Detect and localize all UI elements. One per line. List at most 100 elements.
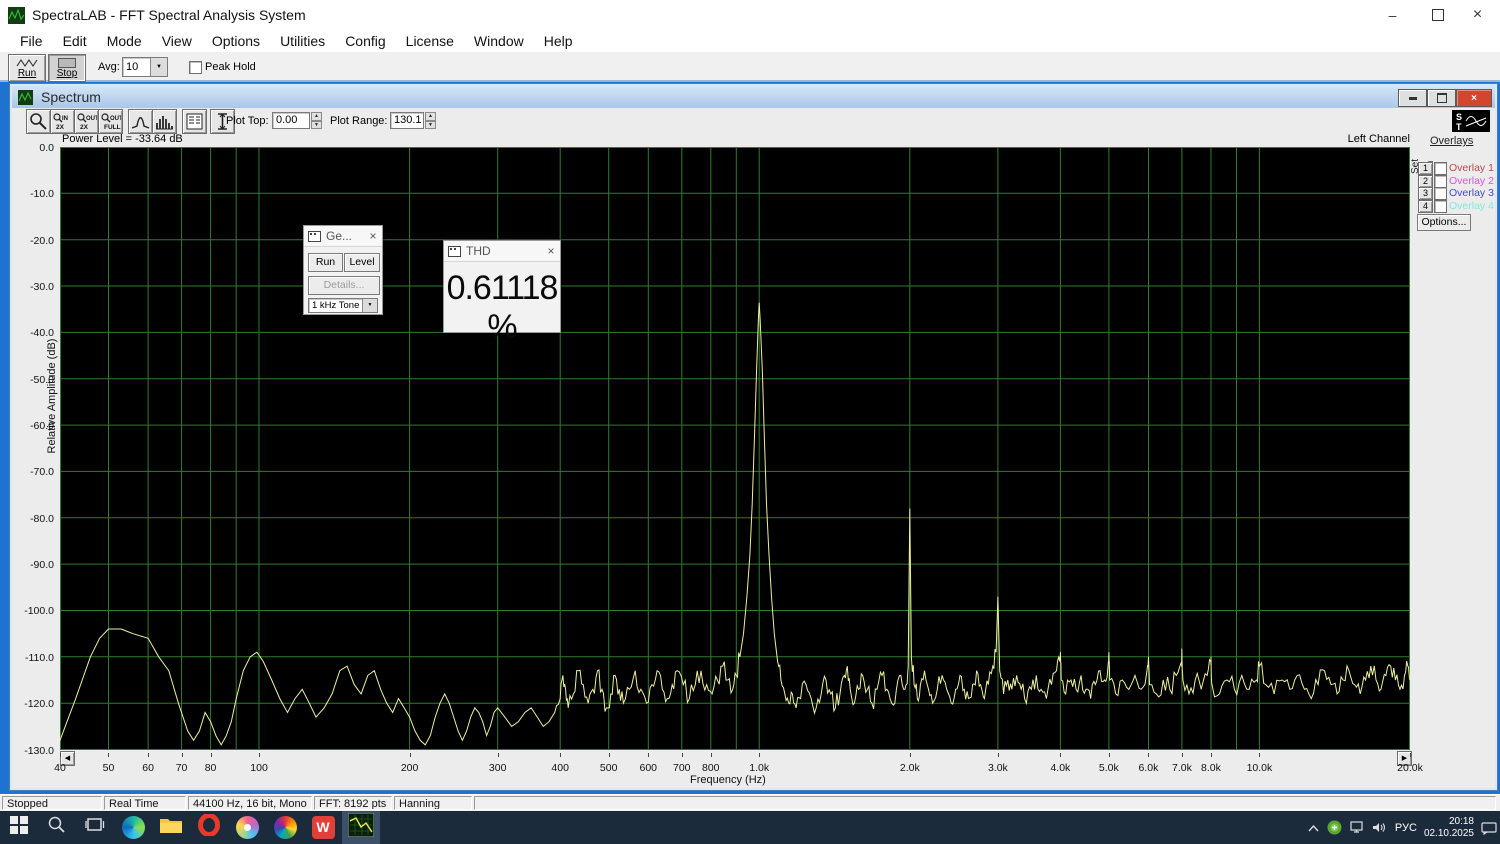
spin-down-icon[interactable]: ▼ (425, 121, 436, 130)
y-tick-label: -40.0 (2, 327, 54, 339)
overlay-checkbox-2[interactable] (1434, 175, 1447, 188)
generator-level-button[interactable]: Level (344, 253, 380, 272)
minimize-button[interactable]: – (1370, 0, 1415, 30)
tray-network-icon[interactable] (1349, 821, 1365, 834)
menu-item-utilities[interactable]: Utilities (270, 30, 335, 52)
spectralab-icon-button[interactable] (342, 811, 380, 844)
generator-dialog-icon (308, 231, 321, 242)
spin-up-icon[interactable]: ▲ (311, 112, 322, 121)
thd-dialog-titlebar[interactable]: THD × (444, 241, 560, 262)
overlay-label-4: Overlay 4 (1449, 200, 1494, 212)
x-tick-label: 700 (673, 762, 691, 774)
y-tick-label: 0.0 (2, 142, 54, 154)
spectrum-titlebar: Spectrum (12, 86, 1495, 108)
plot-top-field[interactable]: 0.00 (272, 112, 310, 129)
zoom-out-full-button[interactable]: OUTFULL (98, 109, 123, 134)
menu-item-options[interactable]: Options (202, 30, 270, 52)
overlay-checkbox-3[interactable] (1434, 187, 1447, 200)
avg-dropdown[interactable]: 10 ▼ (122, 57, 168, 77)
edge-icon-button[interactable] (114, 811, 152, 844)
plot-range-label: Plot Range: (330, 115, 387, 127)
tray-volume-icon[interactable] (1372, 821, 1388, 834)
tone-dropdown-arrow-icon[interactable]: ▼ (362, 299, 377, 312)
overlays-header: Overlays (1430, 135, 1473, 147)
spectrum-maximize-button[interactable] (1427, 89, 1456, 107)
x-tick-mark (560, 753, 561, 757)
generator-dialog-titlebar[interactable]: Ge... × (304, 226, 382, 247)
tray-language[interactable]: РУС (1395, 822, 1417, 834)
spin-down-icon[interactable]: ▼ (311, 121, 322, 130)
overlay-set-button-3[interactable]: 3 (1418, 187, 1433, 200)
wps-office-icon-button[interactable]: W (304, 811, 342, 844)
generator-run-button[interactable]: Run (308, 253, 343, 272)
overlay-set-button-1[interactable]: 1 (1418, 162, 1433, 175)
x-tick-label: 600 (640, 762, 658, 774)
x-tick-mark (60, 753, 61, 757)
maximize-button[interactable] (1415, 0, 1460, 30)
line-plot-mode-button[interactable] (128, 109, 153, 134)
overlay-checkbox-4[interactable] (1434, 200, 1447, 213)
x-tick-label: 50 (103, 762, 115, 774)
stop-button[interactable]: Stop (48, 54, 86, 82)
thd-close-icon[interactable]: × (542, 244, 560, 258)
x-tick-mark (182, 753, 183, 757)
tray-time: 20:18 (1424, 816, 1474, 828)
spectrum-close-button[interactable]: × (1456, 89, 1492, 107)
file-explorer-icon-button[interactable] (152, 811, 190, 844)
x-tick-label: 500 (600, 762, 618, 774)
spectrum-plot[interactable] (60, 147, 1410, 750)
overlay-set-button-4[interactable]: 4 (1418, 200, 1433, 213)
overlays-options-button[interactable]: Options... (1417, 214, 1471, 231)
bar-plot-mode-button[interactable] (152, 109, 177, 134)
peak-hold-checkbox[interactable] (189, 61, 202, 74)
svg-text:S: S (1456, 112, 1462, 122)
menu-item-help[interactable]: Help (534, 30, 583, 52)
signal-trigger-icon[interactable]: S T (1452, 110, 1490, 132)
line-plot-mode-icon (130, 111, 151, 132)
zoom-tool-button[interactable] (26, 109, 51, 134)
plot-range-field[interactable]: 130.1 (390, 112, 424, 129)
spin-up-icon[interactable]: ▲ (425, 112, 436, 121)
x-tick-mark (1148, 753, 1149, 757)
spectrum-minimize-button[interactable] (1398, 89, 1427, 107)
search-icon-button[interactable] (38, 811, 76, 844)
run-button[interactable]: Run (8, 54, 46, 82)
overlay-checkbox-1[interactable] (1434, 162, 1447, 175)
menu-item-window[interactable]: Window (464, 30, 534, 52)
zoom-in-2x-button[interactable]: IN2X (50, 109, 75, 134)
overlay-set-button-2[interactable]: 2 (1418, 175, 1433, 188)
zoom-out-2x-button[interactable]: OUT2X (74, 109, 99, 134)
screen: SpectraLAB - FFT Spectral Analysis Syste… (0, 0, 1500, 844)
x-tick-label: 80 (205, 762, 217, 774)
task-view-icon-button[interactable] (76, 811, 114, 844)
tray-clock[interactable]: 20:18 02.10.2025 (1424, 816, 1474, 840)
avg-dropdown-arrow-icon[interactable]: ▼ (150, 58, 167, 76)
taskbar: W (0, 811, 1500, 844)
start-icon-button[interactable] (0, 811, 38, 844)
start-icon (9, 815, 29, 840)
plot-range-spinner[interactable]: ▲ ▼ (425, 112, 436, 129)
generator-dialog: Ge... × Run Level Details... 1 kHz Tone … (303, 225, 383, 315)
generator-tone-dropdown[interactable]: 1 kHz Tone ▼ (308, 298, 378, 313)
menu-item-config[interactable]: Config (335, 30, 395, 52)
menu-item-edit[interactable]: Edit (53, 30, 97, 52)
x-tick-label: 100 (250, 762, 268, 774)
menu-item-mode[interactable]: Mode (97, 30, 152, 52)
close-button[interactable]: × (1455, 0, 1500, 30)
display-options-button[interactable] (182, 109, 207, 134)
opera-icon-button[interactable] (190, 811, 228, 844)
paint3d-icon-button[interactable] (228, 811, 266, 844)
menu-item-view[interactable]: View (152, 30, 202, 52)
x-tick-label: 1.0k (749, 762, 769, 774)
generator-close-icon[interactable]: × (364, 229, 382, 243)
tray-antivirus-icon[interactable] (1327, 820, 1342, 835)
color-wheel-icon-button[interactable] (266, 811, 304, 844)
menu-item-file[interactable]: File (10, 30, 53, 52)
plot-top-spinner[interactable]: ▲ ▼ (311, 112, 322, 129)
menubar: FileEditModeViewOptionsUtilitiesConfigLi… (0, 30, 1500, 52)
menu-item-license[interactable]: License (396, 30, 464, 52)
tray-notifications-icon[interactable] (1481, 821, 1498, 835)
tray-chevron-up-icon[interactable] (1307, 823, 1320, 833)
plot-top-label: Plot Top: (226, 115, 269, 127)
svg-text:OUT: OUT (110, 116, 121, 122)
